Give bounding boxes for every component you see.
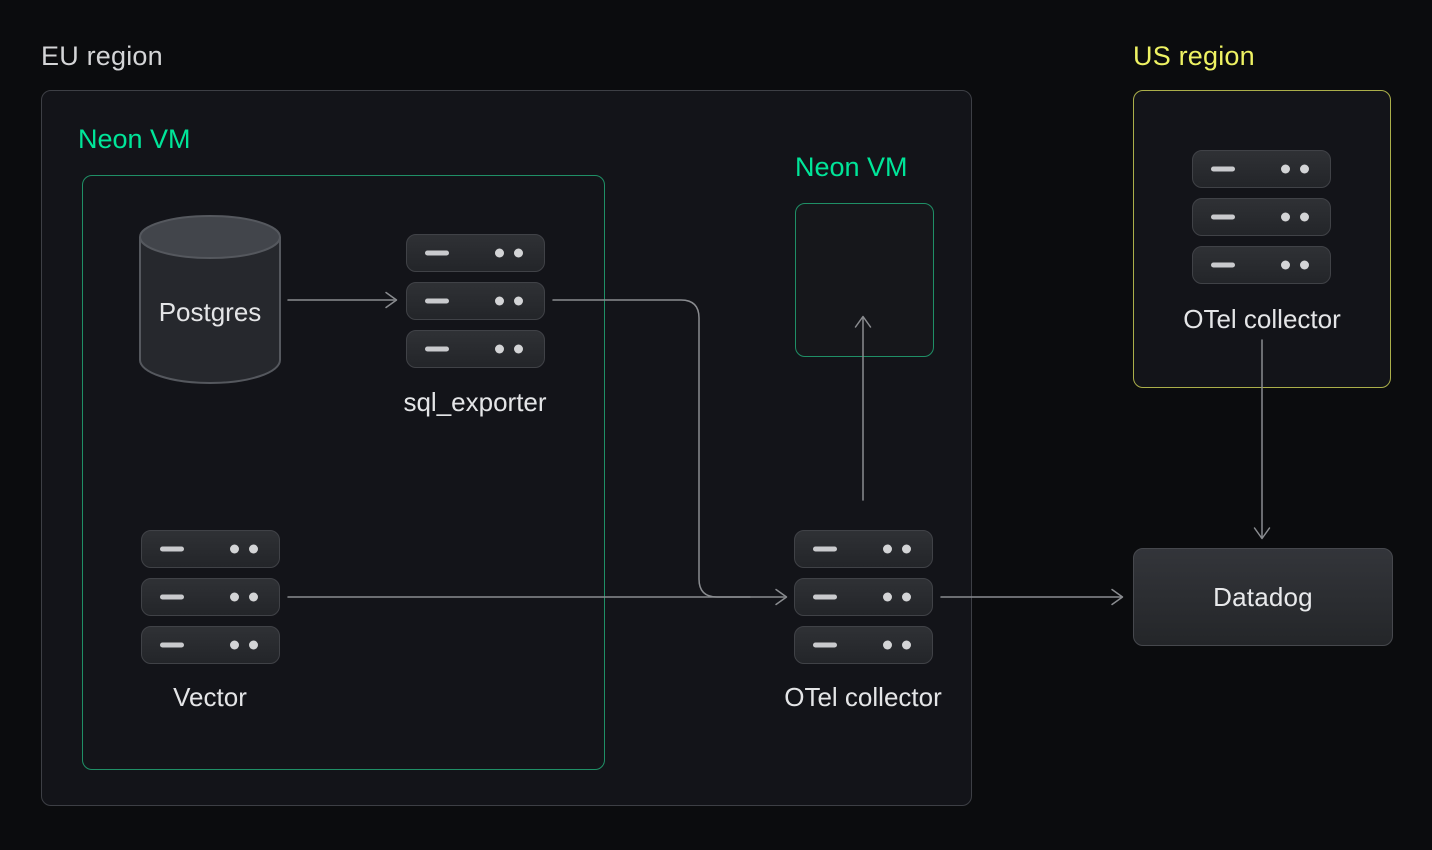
status-dot <box>249 593 258 602</box>
neon-vm-secondary-box <box>795 203 934 357</box>
status-dot <box>902 593 911 602</box>
dash-icon <box>425 299 449 304</box>
server-rack-icon <box>1192 150 1331 284</box>
rack-bar <box>141 578 280 616</box>
otel-collector-us-label: OTel collector <box>1142 304 1382 335</box>
status-dot <box>1300 261 1309 270</box>
dash-icon <box>160 547 184 552</box>
dash-icon <box>425 251 449 256</box>
rack-bar <box>794 530 933 568</box>
server-rack-icon <box>794 530 933 664</box>
status-dot <box>883 641 892 650</box>
datadog-node: Datadog <box>1133 548 1393 646</box>
dash-icon <box>160 643 184 648</box>
status-dot <box>230 641 239 650</box>
dash-icon <box>813 643 837 648</box>
vector-label: Vector <box>90 682 330 713</box>
status-dot <box>883 593 892 602</box>
status-dot <box>883 545 892 554</box>
status-dot <box>1281 165 1290 174</box>
rack-bar <box>1192 246 1331 284</box>
status-dot <box>514 297 523 306</box>
status-dots <box>230 545 258 554</box>
status-dots <box>495 249 523 258</box>
status-dot <box>902 641 911 650</box>
rack-bar <box>1192 198 1331 236</box>
dash-icon <box>1211 263 1235 268</box>
status-dots <box>883 593 911 602</box>
status-dot <box>1281 261 1290 270</box>
status-dots <box>230 641 258 650</box>
status-dots <box>495 297 523 306</box>
status-dots <box>230 593 258 602</box>
rack-bar <box>406 330 545 368</box>
rack-bar <box>1192 150 1331 188</box>
status-dot <box>1300 165 1309 174</box>
dash-icon <box>1211 215 1235 220</box>
dash-icon <box>1211 167 1235 172</box>
rack-bar <box>794 626 933 664</box>
eu-region-label: EU region <box>41 41 163 72</box>
status-dot <box>495 345 504 354</box>
rack-bar <box>406 282 545 320</box>
status-dot <box>230 593 239 602</box>
status-dot <box>902 545 911 554</box>
dash-icon <box>425 347 449 352</box>
us-region-label: US region <box>1133 41 1255 72</box>
rack-bar <box>141 626 280 664</box>
status-dot <box>514 345 523 354</box>
status-dot <box>495 249 504 258</box>
otel-collector-eu-label: OTel collector <box>743 682 983 713</box>
dash-icon <box>813 547 837 552</box>
rack-bar <box>406 234 545 272</box>
status-dot <box>1300 213 1309 222</box>
status-dot <box>514 249 523 258</box>
rack-bar <box>794 578 933 616</box>
status-dot <box>230 545 239 554</box>
rack-bar <box>141 530 280 568</box>
server-rack-icon <box>141 530 280 664</box>
neon-vm-secondary-label: Neon VM <box>795 152 908 183</box>
dash-icon <box>160 595 184 600</box>
status-dot <box>1281 213 1290 222</box>
status-dots <box>883 545 911 554</box>
postgres-label: Postgres <box>138 297 282 328</box>
status-dot <box>249 545 258 554</box>
dash-icon <box>813 595 837 600</box>
status-dots <box>1281 165 1309 174</box>
status-dots <box>1281 261 1309 270</box>
status-dots <box>1281 213 1309 222</box>
status-dot <box>249 641 258 650</box>
status-dots <box>883 641 911 650</box>
neon-vm-primary-label: Neon VM <box>78 124 191 155</box>
status-dot <box>495 297 504 306</box>
status-dots <box>495 345 523 354</box>
sql-exporter-label: sql_exporter <box>355 387 595 418</box>
datadog-label: Datadog <box>1213 582 1313 613</box>
server-rack-icon <box>406 234 545 368</box>
